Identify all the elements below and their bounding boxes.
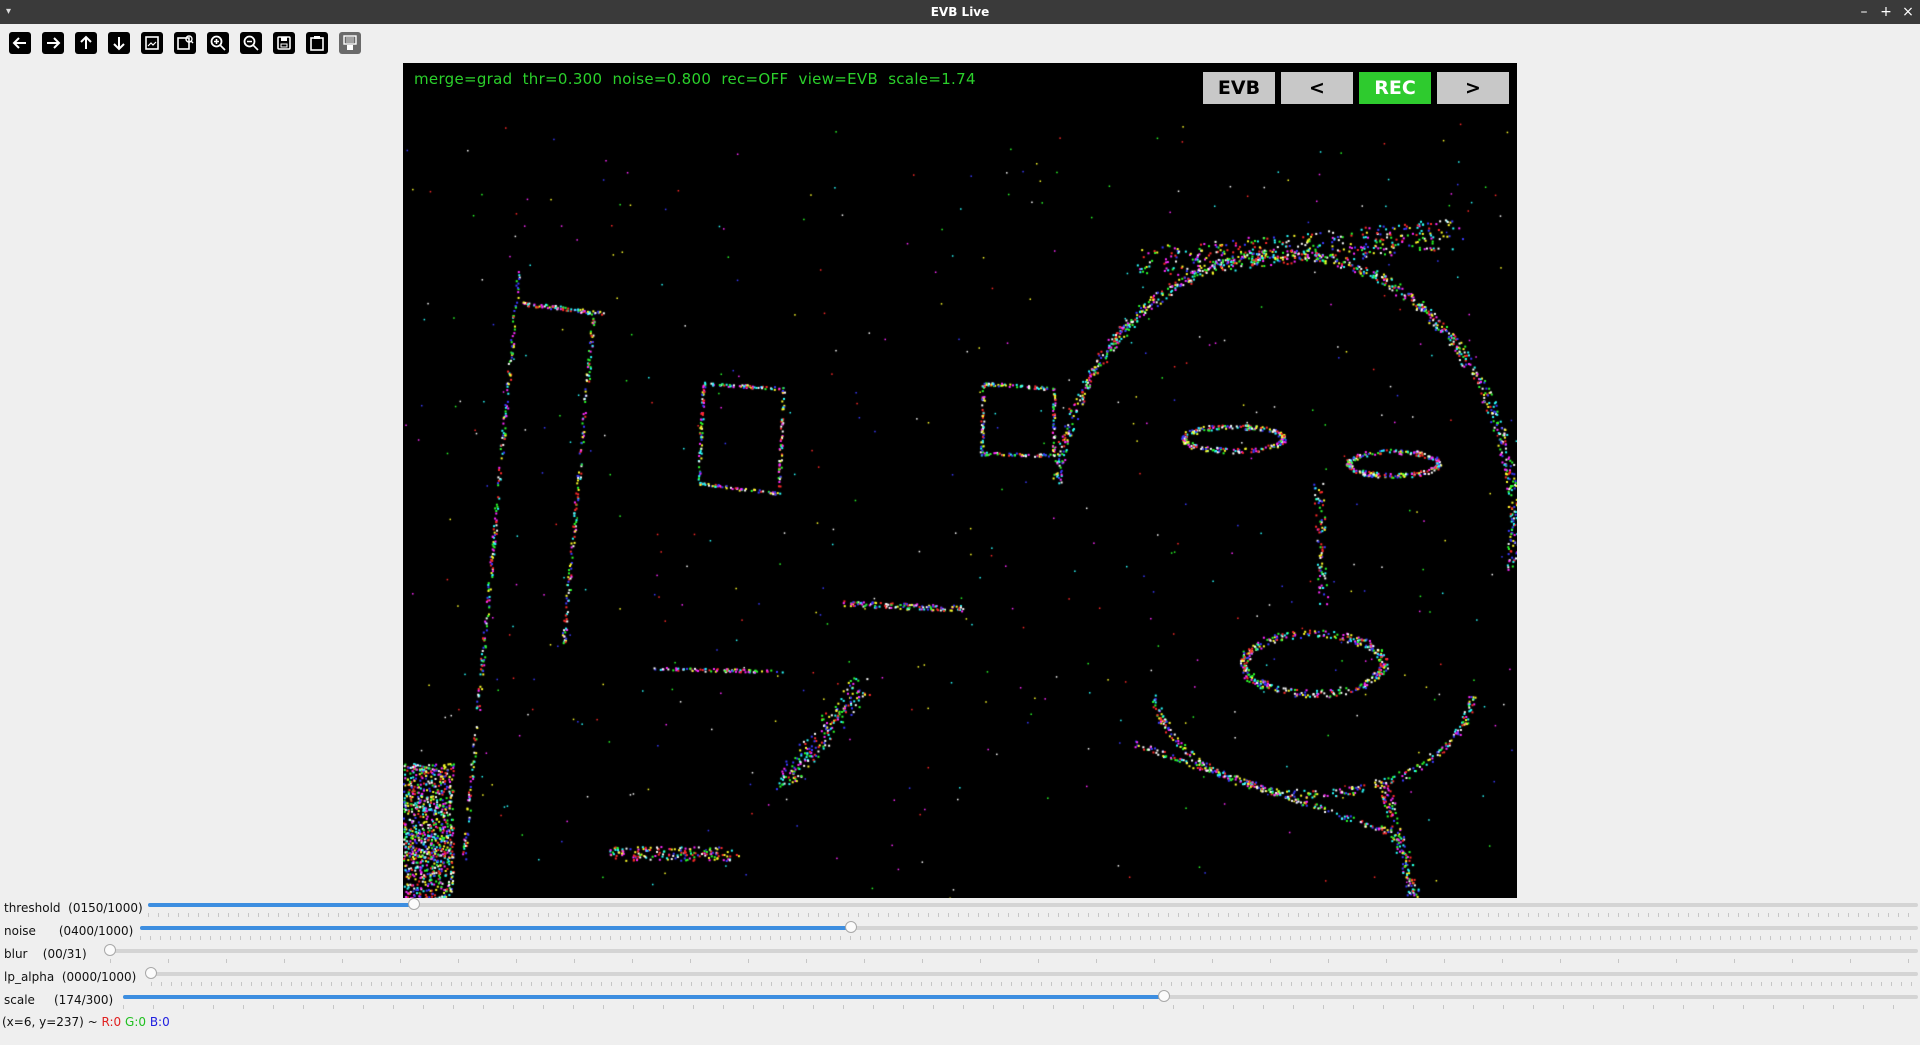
trackbar-lp-alpha: lp_alpha (0000/1000) [0,967,1920,990]
scale-slider-handle[interactable] [1158,990,1171,1002]
zoom-original-icon [141,32,163,54]
evb-live-window: ▾ EVB Live – + × merge=grad thr=0.300 no… [0,0,1920,1045]
arrow-right-icon [42,32,64,54]
blur-slider[interactable] [104,944,1918,963]
trackbar-scale: scale (174/300) [0,990,1920,1013]
pan-right-button[interactable] [41,31,65,55]
cursor-coordinates: (x=6, y=237) ~ [2,1015,102,1029]
prev-button[interactable]: < [1281,72,1353,104]
trackbar-threshold-label: threshold (0150/1000) [4,901,143,915]
toolbar [0,28,1920,58]
scale-slider[interactable] [123,990,1918,1009]
properties-button[interactable] [338,31,362,55]
zoom-out-button[interactable] [239,31,263,55]
pan-up-button[interactable] [74,31,98,55]
trackbar-noise-label: noise (0400/1000) [4,924,134,938]
camera-view[interactable]: merge=grad thr=0.300 noise=0.800 rec=OFF… [403,63,1517,898]
save-icon [273,32,295,54]
evb-view-button[interactable]: EVB [1203,72,1275,104]
arrow-up-icon [75,32,97,54]
trackbar-threshold: threshold (0150/1000) [0,898,1920,921]
close-button[interactable]: × [1897,0,1919,24]
maximize-button[interactable]: + [1875,0,1897,24]
noise-slider[interactable] [140,921,1918,940]
trackbar-blur: blur (00/31) [0,944,1920,967]
arrow-down-icon [108,32,130,54]
noise-slider-handle[interactable] [845,921,858,933]
save-image-button[interactable] [272,31,296,55]
pan-left-button[interactable] [8,31,32,55]
next-button[interactable]: > [1437,72,1509,104]
blur-slider-handle[interactable] [104,944,116,956]
blue-value: B:0 [149,1015,170,1029]
zoom-original-button[interactable] [140,31,164,55]
green-value: G:0 [125,1015,146,1029]
clipboard-icon [306,32,328,54]
zoom-fit-icon [174,32,196,54]
trackbar-noise: noise (0400/1000) [0,921,1920,944]
zoom-out-icon [240,32,262,54]
pan-down-button[interactable] [107,31,131,55]
lp-alpha-slider-handle[interactable] [145,967,157,979]
minimize-button[interactable]: – [1853,0,1875,24]
trackbar-blur-label: blur (00/31) [4,947,87,961]
copy-clipboard-button[interactable] [305,31,329,55]
threshold-slider-handle[interactable] [407,898,420,910]
trackbar-lp-alpha-label: lp_alpha (0000/1000) [4,970,137,984]
arrow-left-icon [9,32,31,54]
title-bar: ▾ EVB Live – + × [0,0,1920,24]
trackbar-scale-label: scale (174/300) [4,993,114,1007]
overlay-status-text: merge=grad thr=0.300 noise=0.800 rec=OFF… [414,70,976,88]
red-value: R:0 [101,1015,122,1029]
zoom-in-icon [207,32,229,54]
zoom-in-button[interactable] [206,31,230,55]
event-frame-image [403,63,1517,898]
rec-button[interactable]: REC [1359,72,1431,104]
threshold-slider[interactable] [148,898,1918,917]
window-title: EVB Live [930,5,990,19]
properties-icon [339,32,361,54]
lp-alpha-slider[interactable] [145,967,1918,986]
zoom-fit-button[interactable] [173,31,197,55]
status-bar: (x=6, y=237) ~ R:0 G:0 B:0 [2,1015,170,1031]
